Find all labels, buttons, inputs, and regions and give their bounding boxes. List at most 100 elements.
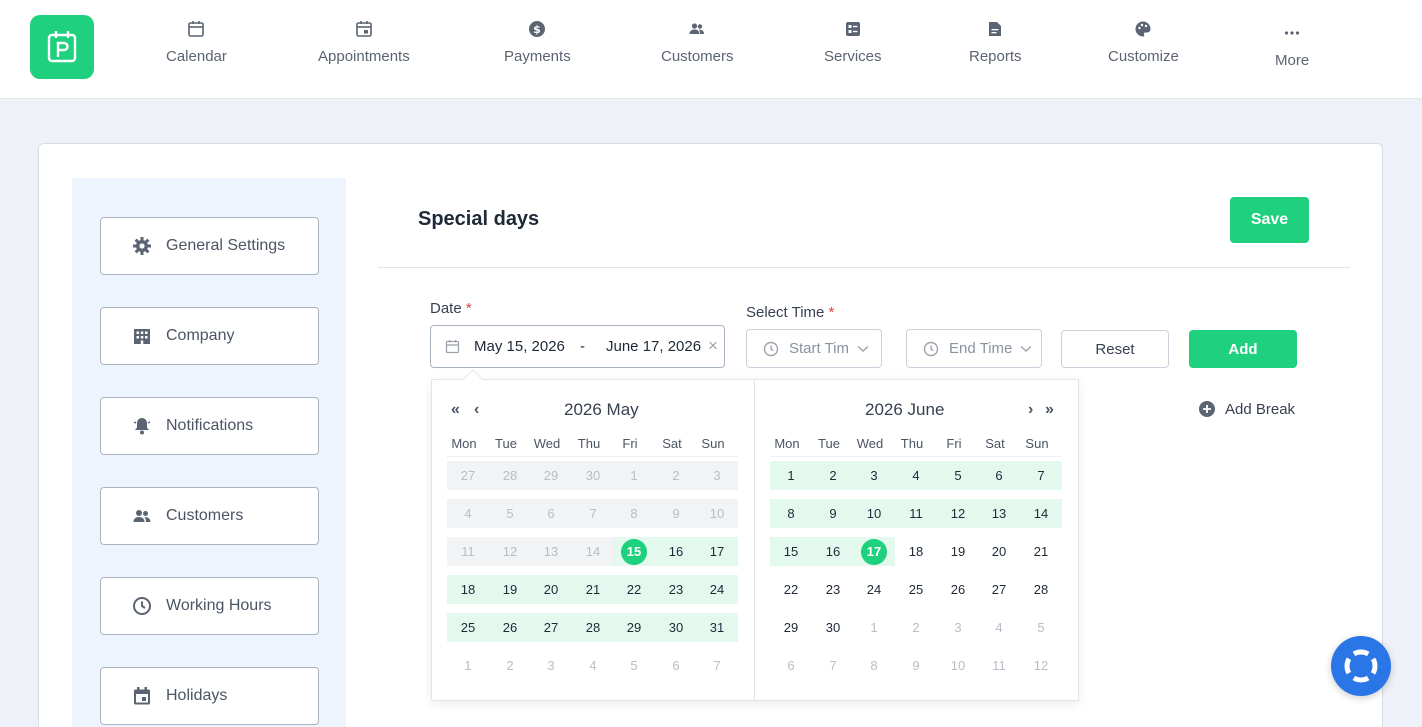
calendar-day[interactable]: 6 bbox=[656, 651, 696, 680]
calendar-day[interactable]: 22 bbox=[614, 575, 654, 604]
calendar-day[interactable]: 3 bbox=[938, 613, 978, 642]
calendar-day[interactable]: 28 bbox=[1021, 575, 1061, 604]
calendar-day[interactable]: 27 bbox=[448, 461, 488, 490]
sidebar-item-notifications[interactable]: Notifications bbox=[100, 397, 319, 455]
calendar-day[interactable]: 7 bbox=[1021, 461, 1061, 490]
calendar-day[interactable]: 24 bbox=[854, 575, 894, 604]
calendar-day[interactable]: 20 bbox=[531, 575, 571, 604]
calendar-day[interactable]: 8 bbox=[854, 651, 894, 680]
calendar-day[interactable]: 12 bbox=[490, 537, 530, 566]
calendar-day[interactable]: 10 bbox=[854, 499, 894, 528]
date-end-value[interactable]: June 17, 2026 bbox=[606, 338, 701, 355]
calendar-day[interactable]: 25 bbox=[896, 575, 936, 604]
calendar-day[interactable]: 21 bbox=[1021, 537, 1061, 566]
calendar-day[interactable]: 5 bbox=[1021, 613, 1061, 642]
calendar-day[interactable]: 2 bbox=[490, 651, 530, 680]
sidebar-item-general-settings[interactable]: General Settings bbox=[100, 217, 319, 275]
calendar-day[interactable]: 6 bbox=[771, 651, 811, 680]
calendar-day[interactable]: 11 bbox=[979, 651, 1019, 680]
calendar-day[interactable]: 30 bbox=[656, 613, 696, 642]
calendar-day[interactable]: 30 bbox=[813, 613, 853, 642]
calendar-day[interactable]: 4 bbox=[573, 651, 613, 680]
calendar-day[interactable]: 24 bbox=[697, 575, 737, 604]
calendar-day-selected[interactable]: 15 bbox=[614, 537, 654, 566]
nav-calendar[interactable]: Calendar bbox=[166, 18, 227, 65]
calendar-day[interactable]: 14 bbox=[1021, 499, 1061, 528]
calendar-day[interactable]: 29 bbox=[771, 613, 811, 642]
calendar-day[interactable]: 3 bbox=[854, 461, 894, 490]
nav-more[interactable]: More bbox=[1275, 22, 1309, 69]
calendar-day[interactable]: 19 bbox=[490, 575, 530, 604]
calendar-day[interactable]: 18 bbox=[448, 575, 488, 604]
sidebar-item-customers[interactable]: Customers bbox=[100, 487, 319, 545]
calendar-day[interactable]: 12 bbox=[1021, 651, 1061, 680]
start-time-select[interactable]: Start Tim bbox=[746, 329, 882, 368]
nav-customers[interactable]: Customers bbox=[661, 18, 734, 65]
calendar-day[interactable]: 23 bbox=[656, 575, 696, 604]
calendar-day[interactable]: 1 bbox=[854, 613, 894, 642]
prev-month-button[interactable]: ‹ bbox=[474, 401, 479, 419]
calendar-day[interactable]: 16 bbox=[656, 537, 696, 566]
calendar-day[interactable]: 29 bbox=[614, 613, 654, 642]
calendar-day[interactable]: 10 bbox=[697, 499, 737, 528]
calendar-day[interactable]: 9 bbox=[896, 651, 936, 680]
calendar-day[interactable]: 15 bbox=[771, 537, 811, 566]
calendar-day[interactable]: 14 bbox=[573, 537, 613, 566]
sidebar-item-working-hours[interactable]: Working Hours bbox=[100, 577, 319, 635]
nav-services[interactable]: Services bbox=[824, 18, 882, 65]
calendar-day[interactable]: 5 bbox=[614, 651, 654, 680]
calendar-day[interactable]: 2 bbox=[813, 461, 853, 490]
calendar-day[interactable]: 26 bbox=[938, 575, 978, 604]
calendar-day[interactable]: 19 bbox=[938, 537, 978, 566]
calendar-day[interactable]: 4 bbox=[979, 613, 1019, 642]
calendar-day[interactable]: 1 bbox=[771, 461, 811, 490]
calendar-day[interactable]: 11 bbox=[896, 499, 936, 528]
calendar-day[interactable]: 13 bbox=[979, 499, 1019, 528]
end-time-select[interactable]: End Time bbox=[906, 329, 1042, 368]
date-range-input[interactable]: May 15, 2026 - June 17, 2026 × bbox=[430, 325, 725, 368]
nav-appointments[interactable]: Appointments bbox=[318, 18, 410, 65]
calendar-day[interactable]: 5 bbox=[490, 499, 530, 528]
reset-button[interactable]: Reset bbox=[1061, 330, 1169, 368]
nav-customize[interactable]: Customize bbox=[1108, 18, 1179, 65]
left-month-title[interactable]: 2026 May bbox=[564, 400, 639, 420]
calendar-day[interactable]: 20 bbox=[979, 537, 1019, 566]
calendar-day[interactable]: 22 bbox=[771, 575, 811, 604]
calendar-day[interactable]: 10 bbox=[938, 651, 978, 680]
calendar-day[interactable]: 28 bbox=[573, 613, 613, 642]
calendar-day[interactable]: 1 bbox=[614, 461, 654, 490]
calendar-day[interactable]: 2 bbox=[896, 613, 936, 642]
calendar-day[interactable]: 4 bbox=[448, 499, 488, 528]
calendar-day[interactable]: 6 bbox=[979, 461, 1019, 490]
calendar-day[interactable]: 9 bbox=[656, 499, 696, 528]
prev-year-button[interactable]: « bbox=[451, 401, 460, 419]
calendar-day[interactable]: 25 bbox=[448, 613, 488, 642]
calendar-day[interactable]: 3 bbox=[531, 651, 571, 680]
nav-reports[interactable]: Reports bbox=[969, 18, 1022, 65]
app-logo[interactable] bbox=[30, 15, 94, 79]
calendar-day[interactable]: 21 bbox=[573, 575, 613, 604]
calendar-day[interactable]: 8 bbox=[614, 499, 654, 528]
calendar-day[interactable]: 1 bbox=[448, 651, 488, 680]
add-button[interactable]: Add bbox=[1189, 330, 1297, 368]
calendar-day[interactable]: 8 bbox=[771, 499, 811, 528]
next-year-button[interactable]: » bbox=[1045, 401, 1054, 419]
calendar-day-selected[interactable]: 17 bbox=[854, 537, 894, 566]
calendar-day[interactable]: 7 bbox=[697, 651, 737, 680]
calendar-day[interactable]: 29 bbox=[531, 461, 571, 490]
calendar-day[interactable]: 23 bbox=[813, 575, 853, 604]
calendar-day[interactable]: 7 bbox=[573, 499, 613, 528]
calendar-day[interactable]: 18 bbox=[896, 537, 936, 566]
calendar-day[interactable]: 30 bbox=[573, 461, 613, 490]
calendar-day[interactable]: 11 bbox=[448, 537, 488, 566]
right-month-title[interactable]: 2026 June bbox=[865, 400, 944, 420]
sidebar-item-company[interactable]: Company bbox=[100, 307, 319, 365]
save-button[interactable]: Save bbox=[1230, 197, 1309, 243]
calendar-day[interactable]: 28 bbox=[490, 461, 530, 490]
calendar-day[interactable]: 4 bbox=[896, 461, 936, 490]
next-month-button[interactable]: › bbox=[1028, 401, 1033, 419]
calendar-day[interactable]: 16 bbox=[813, 537, 853, 566]
calendar-day[interactable]: 7 bbox=[813, 651, 853, 680]
calendar-day[interactable]: 27 bbox=[531, 613, 571, 642]
calendar-day[interactable]: 31 bbox=[697, 613, 737, 642]
